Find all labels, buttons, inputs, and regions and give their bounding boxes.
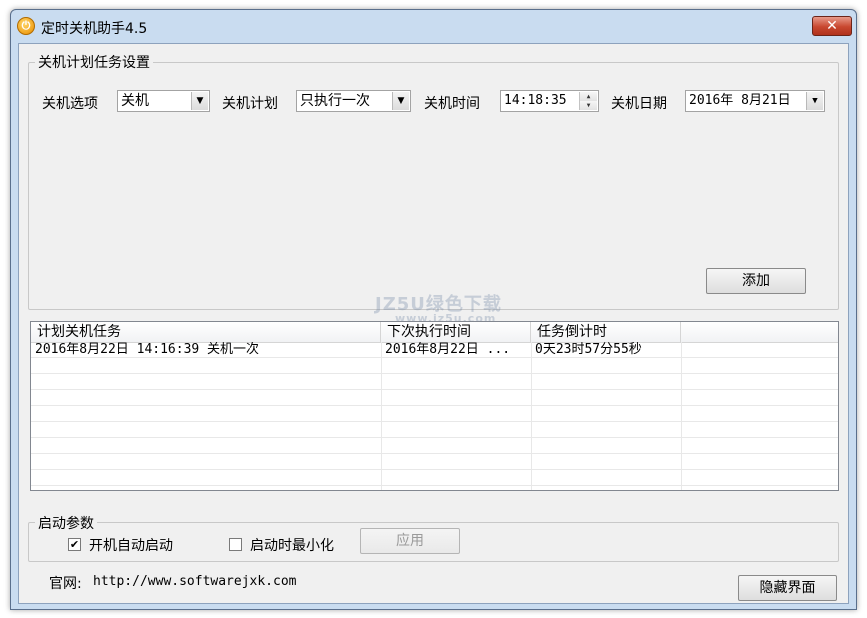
task-settings-title: 关机计划任务设置: [35, 52, 153, 72]
plan-value: 只执行一次: [300, 93, 370, 109]
client-area: 关机计划任务设置 关机选项 关机 ▼ 关机计划 只执行一次 ▼ 关机时间 14:…: [18, 43, 849, 604]
website-link[interactable]: http://www.softwarejxk.com: [93, 574, 297, 589]
task-list[interactable]: 计划关机任务 下次执行时间 任务倒计时 2016年8月22日 14:16:39 …: [30, 321, 839, 491]
shutdown-option-label: 关机选项: [42, 96, 98, 112]
empty-row: [31, 374, 838, 390]
next-time-cell: 2016年8月22日 ...: [385, 342, 511, 357]
date-label: 关机日期: [611, 96, 667, 112]
minimize-checkbox[interactable]: [229, 538, 242, 551]
close-button[interactable]: ✕: [812, 16, 852, 36]
time-label: 关机时间: [424, 96, 480, 112]
startup-group-title: 启动参数: [35, 513, 97, 533]
time-input[interactable]: 14:18:35 ▲ ▼: [500, 90, 599, 112]
hide-interface-button[interactable]: 隐藏界面: [738, 575, 837, 601]
shutdown-option-value: 关机: [121, 93, 149, 109]
date-value: 2016年 8月21日: [689, 93, 791, 108]
chevron-down-icon[interactable]: ▼: [806, 92, 823, 110]
chevron-down-icon[interactable]: ▼: [191, 92, 208, 110]
app-window: ⏻ 定时关机助手4.5 ✕ 关机计划任务设置 关机选项 关机 ▼ 关机计划 只执…: [10, 9, 857, 610]
plan-select[interactable]: 只执行一次 ▼: [296, 90, 411, 112]
countdown-cell: 0天23时57分55秒: [535, 342, 642, 357]
chevron-down-icon[interactable]: ▼: [392, 92, 409, 110]
column-header-task[interactable]: 计划关机任务: [31, 322, 381, 342]
empty-row: [31, 422, 838, 438]
empty-row: [31, 358, 838, 374]
time-value: 14:18:35: [504, 93, 567, 108]
empty-row: [31, 470, 838, 486]
autostart-checkbox[interactable]: ✔: [68, 538, 81, 551]
empty-row: [31, 390, 838, 406]
add-button[interactable]: 添加: [706, 268, 806, 294]
autostart-label[interactable]: 开机自动启动: [89, 535, 173, 555]
empty-row: [31, 406, 838, 422]
empty-row: [31, 454, 838, 470]
task-cell: 2016年8月22日 14:16:39 关机一次: [35, 342, 260, 357]
minimize-label[interactable]: 启动时最小化: [250, 535, 334, 555]
apply-button[interactable]: 应用: [360, 528, 460, 554]
spin-up-icon[interactable]: ▲: [580, 92, 597, 101]
task-list-header: 计划关机任务 下次执行时间 任务倒计时: [31, 322, 838, 343]
spin-down-icon[interactable]: ▼: [580, 101, 597, 110]
plan-label: 关机计划: [222, 96, 278, 112]
checkmark-icon: ✔: [69, 538, 80, 551]
title-bar[interactable]: ⏻ 定时关机助手4.5 ✕: [11, 10, 856, 42]
window-title: 定时关机助手4.5: [41, 21, 148, 37]
empty-row: [31, 438, 838, 454]
power-icon: ⏻: [17, 17, 35, 35]
column-header-next-time[interactable]: 下次执行时间: [381, 322, 531, 342]
time-spinner[interactable]: ▲ ▼: [579, 92, 597, 110]
date-picker[interactable]: 2016年 8月21日 ▼: [685, 90, 825, 112]
website-label: 官网:: [49, 576, 82, 592]
column-header-countdown[interactable]: 任务倒计时: [531, 322, 681, 342]
table-row[interactable]: 2016年8月22日 14:16:39 关机一次 2016年8月22日 ... …: [31, 342, 838, 358]
shutdown-option-select[interactable]: 关机 ▼: [117, 90, 210, 112]
